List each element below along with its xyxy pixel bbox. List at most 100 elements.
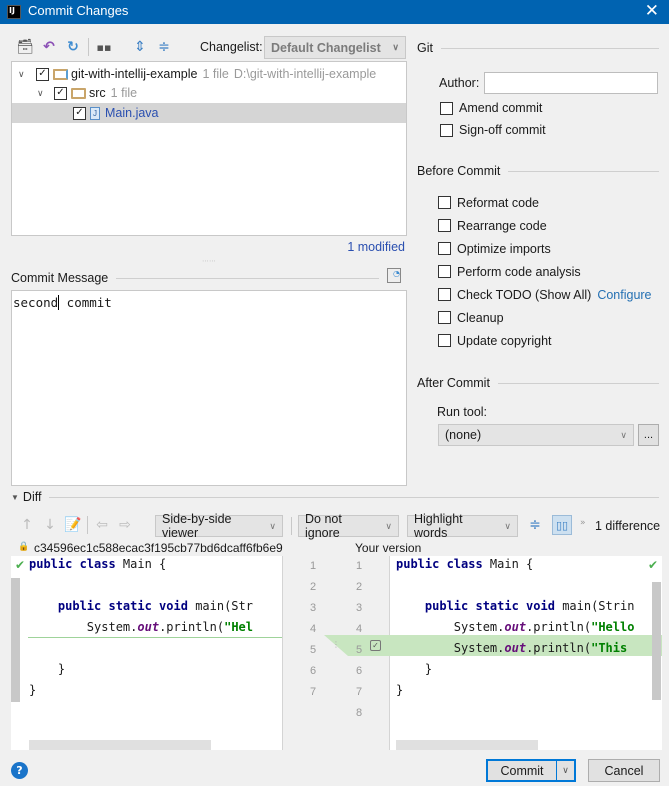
run-tool-dropdown[interactable]: (none) ∨ — [438, 424, 634, 446]
collapse-triangle-icon[interactable]: ▼ — [11, 493, 19, 502]
chevron-down-icon[interactable]: ∨ — [18, 69, 32, 80]
close-icon[interactable]: ✕ — [645, 1, 659, 21]
ignore-whitespace-dropdown[interactable]: Do not ignore ∨ — [298, 512, 399, 540]
author-input[interactable] — [484, 72, 658, 94]
chevron-down-icon: ∨ — [620, 429, 627, 440]
option-check-todo[interactable]: Check TODO (Show All) Configure — [438, 283, 652, 306]
option-optimize-imports[interactable]: Optimize imports — [438, 237, 652, 260]
code-line: } — [29, 662, 65, 676]
commit-button[interactable]: Commit ∨ — [486, 759, 576, 782]
option-update-copyright[interactable]: Update copyright — [438, 329, 652, 352]
signoff-commit-label: Sign-off commit — [459, 123, 546, 137]
drag-handle-icon[interactable]: ⋮ — [332, 640, 340, 649]
group-by-icon[interactable]: ▪▪ — [95, 38, 113, 56]
check-todo-checkbox[interactable] — [438, 288, 451, 301]
left-scrollbar-horizontal[interactable] — [29, 740, 211, 750]
splitter-handle[interactable]: ⋯⋯ — [202, 257, 216, 265]
chevron-down-icon: ∨ — [385, 520, 392, 531]
run-tool-browse-button[interactable]: ... — [638, 424, 659, 446]
right-scrollbar-vertical[interactable] — [652, 582, 661, 700]
expand-all-icon[interactable]: ⇕ — [131, 38, 149, 56]
sync-scroll-icon[interactable]: ▯▯ — [552, 515, 572, 535]
option-perform-code-analysis[interactable]: Perform code analysis — [438, 260, 652, 283]
more-actions-icon[interactable]: » — [580, 518, 586, 528]
amend-commit-option[interactable]: Amend commit — [440, 98, 542, 118]
next-file-icon[interactable]: ⇨ — [116, 516, 134, 534]
option-label: Optimize imports — [457, 241, 551, 256]
highlight-mode-dropdown[interactable]: Highlight words ∨ — [407, 512, 518, 540]
code-analysis-checkbox[interactable] — [438, 265, 451, 278]
tree-node-root[interactable]: ∨ ✓ git-with-intellij-example 1 file D:\… — [12, 64, 406, 84]
changelist-dropdown[interactable]: Default Changelist ∨ — [264, 36, 406, 59]
previous-diff-icon[interactable]: ↑ — [18, 516, 36, 534]
java-file-icon: J — [90, 106, 100, 120]
line-number: 7 — [355, 686, 363, 698]
line-number: 7 — [309, 686, 317, 698]
rollback-icon[interactable]: ↶ — [40, 38, 58, 56]
code-token: System. — [396, 641, 505, 655]
option-label: Cleanup — [457, 310, 504, 325]
right-scrollbar-horizontal[interactable] — [396, 740, 538, 750]
cancel-button[interactable]: Cancel — [588, 759, 660, 782]
edit-source-icon[interactable]: 📝 — [64, 516, 82, 534]
line-number: 5 — [309, 644, 317, 656]
refresh-icon[interactable]: ↻ — [64, 38, 82, 56]
cleanup-checkbox[interactable] — [438, 311, 451, 324]
option-cleanup[interactable]: Cleanup — [438, 306, 652, 329]
signoff-commit-option[interactable]: Sign-off commit — [440, 120, 546, 140]
left-scrollbar-vertical[interactable] — [11, 578, 20, 702]
src-checkbox[interactable]: ✓ — [54, 86, 67, 100]
code-token: System. — [29, 620, 138, 634]
update-copyright-checkbox[interactable] — [438, 334, 451, 347]
option-rearrange-code[interactable]: Rearrange code — [438, 214, 652, 237]
diff-section-header[interactable]: ▼ Diff — [11, 490, 659, 504]
configure-todo-link[interactable]: Configure — [597, 288, 651, 302]
optimize-imports-checkbox[interactable] — [438, 242, 451, 255]
root-checkbox[interactable]: ✓ — [36, 67, 49, 81]
reformat-code-checkbox[interactable] — [438, 196, 451, 209]
toolbar-separator — [291, 517, 292, 535]
code-token: .println( — [526, 620, 592, 634]
show-diff-icon[interactable]: 🗃 — [16, 38, 34, 56]
rearrange-code-checkbox[interactable] — [438, 219, 451, 232]
code-token: main(Strin — [562, 599, 635, 613]
code-token: out — [504, 641, 527, 655]
commit-message-input[interactable]: second commit — [11, 290, 407, 486]
commit-options-chevron-icon[interactable]: ∨ — [557, 765, 574, 776]
next-diff-icon[interactable]: ↓ — [41, 516, 59, 534]
chevron-down-icon[interactable]: ∨ — [37, 88, 51, 99]
right-editor[interactable]: public class Main { public static void m… — [390, 556, 662, 750]
code-token: } — [396, 683, 404, 697]
help-icon[interactable]: ? — [11, 762, 28, 779]
collapse-unchanged-icon[interactable]: ≑ — [526, 516, 544, 534]
tree-node-src[interactable]: ∨ ✓ src 1 file — [12, 83, 406, 103]
amend-commit-checkbox[interactable] — [440, 101, 453, 115]
tree-node-file[interactable]: ✓ J Main.java — [12, 103, 406, 123]
file-name: Main.java — [105, 106, 159, 120]
code-token: public class — [396, 557, 490, 571]
code-token: } — [396, 662, 433, 676]
previous-file-icon[interactable]: ⇦ — [93, 516, 111, 534]
file-checkbox[interactable]: ✓ — [73, 106, 86, 120]
code-token: public class — [29, 557, 123, 571]
line-number: 6 — [355, 665, 363, 677]
diff-connector-shape — [282, 635, 390, 656]
before-commit-title: Before Commit — [417, 164, 501, 178]
line-number: 2 — [355, 581, 363, 593]
diff-change-marker-left — [28, 637, 282, 638]
include-change-checkbox[interactable]: ✓ — [370, 640, 381, 651]
line-number: 3 — [355, 602, 363, 614]
viewer-mode-dropdown[interactable]: Side-by-side viewer ∨ — [155, 512, 283, 540]
after-commit-title: After Commit — [417, 376, 490, 390]
code-token: Main { — [122, 557, 167, 571]
signoff-commit-checkbox[interactable] — [440, 123, 453, 137]
code-line: public static void main(Strin — [396, 599, 635, 613]
difference-count: 1 difference — [595, 519, 661, 533]
collapse-all-icon[interactable]: ≑ — [155, 38, 173, 56]
commit-message-label: Commit Message — [11, 271, 109, 285]
code-token: .println( — [159, 620, 225, 634]
commit-history-icon[interactable]: ◔ — [387, 268, 401, 283]
option-reformat-code[interactable]: Reformat code — [438, 191, 652, 214]
modified-count[interactable]: 1 modified — [347, 240, 405, 254]
left-editor[interactable]: ✔ public class Main { public static void… — [11, 556, 282, 750]
